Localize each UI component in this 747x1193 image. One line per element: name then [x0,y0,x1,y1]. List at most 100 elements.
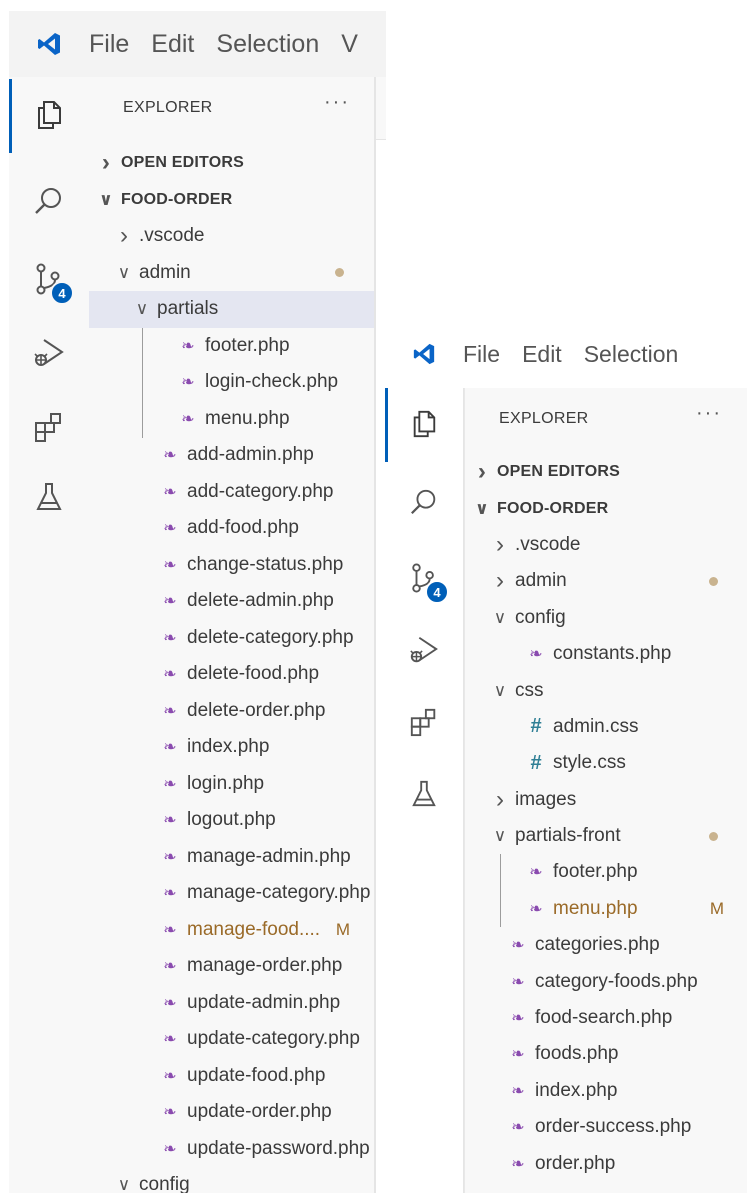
menu-view[interactable]: V [341,30,358,59]
file-tree: › OPEN EDITORS ∨ FOOD-ORDER › .vscode ∨ admin ∨ p… [89,145,374,1193]
menu-file[interactable]: File [89,30,129,59]
chevron-down-icon[interactable]: ∨ [133,299,151,319]
tree-item-label: food-search.php [535,1007,673,1029]
file-index-php[interactable]: ❧ index.php [465,1073,747,1109]
php-file-icon: ❧ [163,1031,177,1049]
file-update-food-php[interactable]: ❧ update-food.php [89,1058,374,1095]
folder-partials-front[interactable]: ∨ partials-front [465,818,747,854]
file-menu-php[interactable]: ❧ menu.php M [465,891,747,927]
more-actions-icon[interactable]: ··· [324,91,350,114]
section-food-order[interactable]: ∨ FOOD-ORDER [465,490,747,526]
tree-item-label: FOOD-ORDER [497,499,609,517]
chevron-down-icon[interactable]: ∨ [115,1175,133,1193]
file-add-category-php[interactable]: ❧ add-category.php [89,474,374,511]
source-control-icon[interactable]: 4 [9,243,89,315]
chevron-right-icon[interactable]: › [97,151,115,175]
file-manage-category-php[interactable]: ❧ manage-category.php [89,875,374,912]
menu-edit[interactable]: Edit [151,30,194,59]
chevron-right-icon[interactable]: › [115,224,133,248]
section-food-order[interactable]: ∨ FOOD-ORDER [89,182,374,219]
file-tree: › OPEN EDITORS ∨ FOOD-ORDER › .vscode › admin ∨ c… [465,454,747,1182]
folder-config[interactable]: ∨ config [89,1167,374,1193]
file-add-admin-php[interactable]: ❧ add-admin.php [89,437,374,474]
file-add-food-php[interactable]: ❧ add-food.php [89,510,374,547]
file-order-success-php[interactable]: ❧ order-success.php [465,1109,747,1145]
search-icon[interactable] [385,466,463,538]
file-delete-food-php[interactable]: ❧ delete-food.php [89,656,374,693]
chevron-right-icon[interactable]: › [491,532,509,556]
file-footer-php[interactable]: ❧ footer.php [465,854,747,890]
folder-vscode[interactable]: › .vscode [465,527,747,563]
tree-item-label: css [515,679,544,701]
file-delete-order-php[interactable]: ❧ delete-order.php [89,693,374,730]
modified-dot-icon [709,576,718,586]
more-actions-icon[interactable]: ··· [696,402,722,425]
file-category-foods-php[interactable]: ❧ category-foods.php [465,963,747,999]
section-open-editors[interactable]: › OPEN EDITORS [465,454,747,490]
file-menu-php[interactable]: ❧ menu.php [89,401,374,438]
file-delete-admin-php[interactable]: ❧ delete-admin.php [89,583,374,620]
extensions-icon[interactable] [9,391,89,463]
file-constants-php[interactable]: ❧ constants.php [465,636,747,672]
vscode-logo-icon [385,342,463,366]
file-order-php[interactable]: ❧ order.php [465,1145,747,1181]
run-debug-icon[interactable] [9,317,89,389]
file-footer-php[interactable]: ❧ footer.php [89,328,374,365]
chevron-right-icon[interactable]: › [491,569,509,593]
folder-admin[interactable]: ∨ admin [89,255,374,292]
menu-selection[interactable]: Selection [216,30,319,59]
php-file-icon: ❧ [163,1067,177,1085]
extensions-icon[interactable] [385,686,463,758]
tree-item-label: index.php [187,736,270,758]
chevron-down-icon[interactable]: ∨ [473,499,491,519]
chevron-down-icon[interactable]: ∨ [491,608,509,628]
folder-config[interactable]: ∨ config [465,600,747,636]
testing-flask-icon[interactable] [385,758,463,830]
search-icon[interactable] [9,165,89,237]
menu-file[interactable]: File [463,341,500,368]
file-update-category-php[interactable]: ❧ update-category.php [89,1021,374,1058]
file-update-admin-php[interactable]: ❧ update-admin.php [89,985,374,1022]
run-debug-icon[interactable] [385,614,463,686]
chevron-down-icon[interactable]: ∨ [491,826,509,846]
explorer-icon[interactable] [9,79,89,151]
menu-edit[interactable]: Edit [522,341,562,368]
file-update-order-php[interactable]: ❧ update-order.php [89,1094,374,1131]
source-control-icon[interactable]: 4 [385,542,463,614]
file-login-php[interactable]: ❧ login.php [89,766,374,803]
file-style-css[interactable]: # style.css [465,745,747,781]
file-delete-category-php[interactable]: ❧ delete-category.php [89,620,374,657]
folder-vscode[interactable]: › .vscode [89,218,374,255]
file-manage-admin-php[interactable]: ❧ manage-admin.php [89,839,374,876]
file-manage-food[interactable]: ❧ manage-food.... M [89,912,374,949]
folder-css[interactable]: ∨ css [465,672,747,708]
chevron-down-icon[interactable]: ∨ [115,263,133,283]
tree-item-label: login-check.php [205,371,339,393]
tree-item-label: menu.php [205,407,290,429]
file-update-password-php[interactable]: ❧ update-password.php [89,1131,374,1168]
tree-item-label: delete-category.php [187,626,354,648]
tree-item-label: change-status.php [187,553,344,575]
file-foods-php[interactable]: ❧ foods.php [465,1036,747,1072]
file-categories-php[interactable]: ❧ categories.php [465,927,747,963]
file-admin-css[interactable]: # admin.css [465,709,747,745]
tree-item-label: admin.css [553,715,639,737]
file-logout-php[interactable]: ❧ logout.php [89,802,374,839]
chevron-right-icon[interactable]: › [491,787,509,811]
file-login-check-php[interactable]: ❧ login-check.php [89,364,374,401]
folder-images[interactable]: › images [465,782,747,818]
file-manage-order-php[interactable]: ❧ manage-order.php [89,948,374,985]
folder-admin[interactable]: › admin [465,563,747,599]
chevron-down-icon[interactable]: ∨ [491,681,509,701]
testing-flask-icon[interactable] [9,461,89,533]
file-index-php[interactable]: ❧ index.php [89,729,374,766]
menu-selection[interactable]: Selection [584,341,679,368]
editor-tab-bar [376,77,386,140]
file-change-status-php[interactable]: ❧ change-status.php [89,547,374,584]
folder-partials[interactable]: ∨ partials [89,291,374,328]
chevron-right-icon[interactable]: › [473,460,491,484]
section-open-editors[interactable]: › OPEN EDITORS [89,145,374,182]
file-food-search-php[interactable]: ❧ food-search.php [465,1000,747,1036]
chevron-down-icon[interactable]: ∨ [97,190,115,210]
explorer-icon[interactable] [385,388,463,460]
